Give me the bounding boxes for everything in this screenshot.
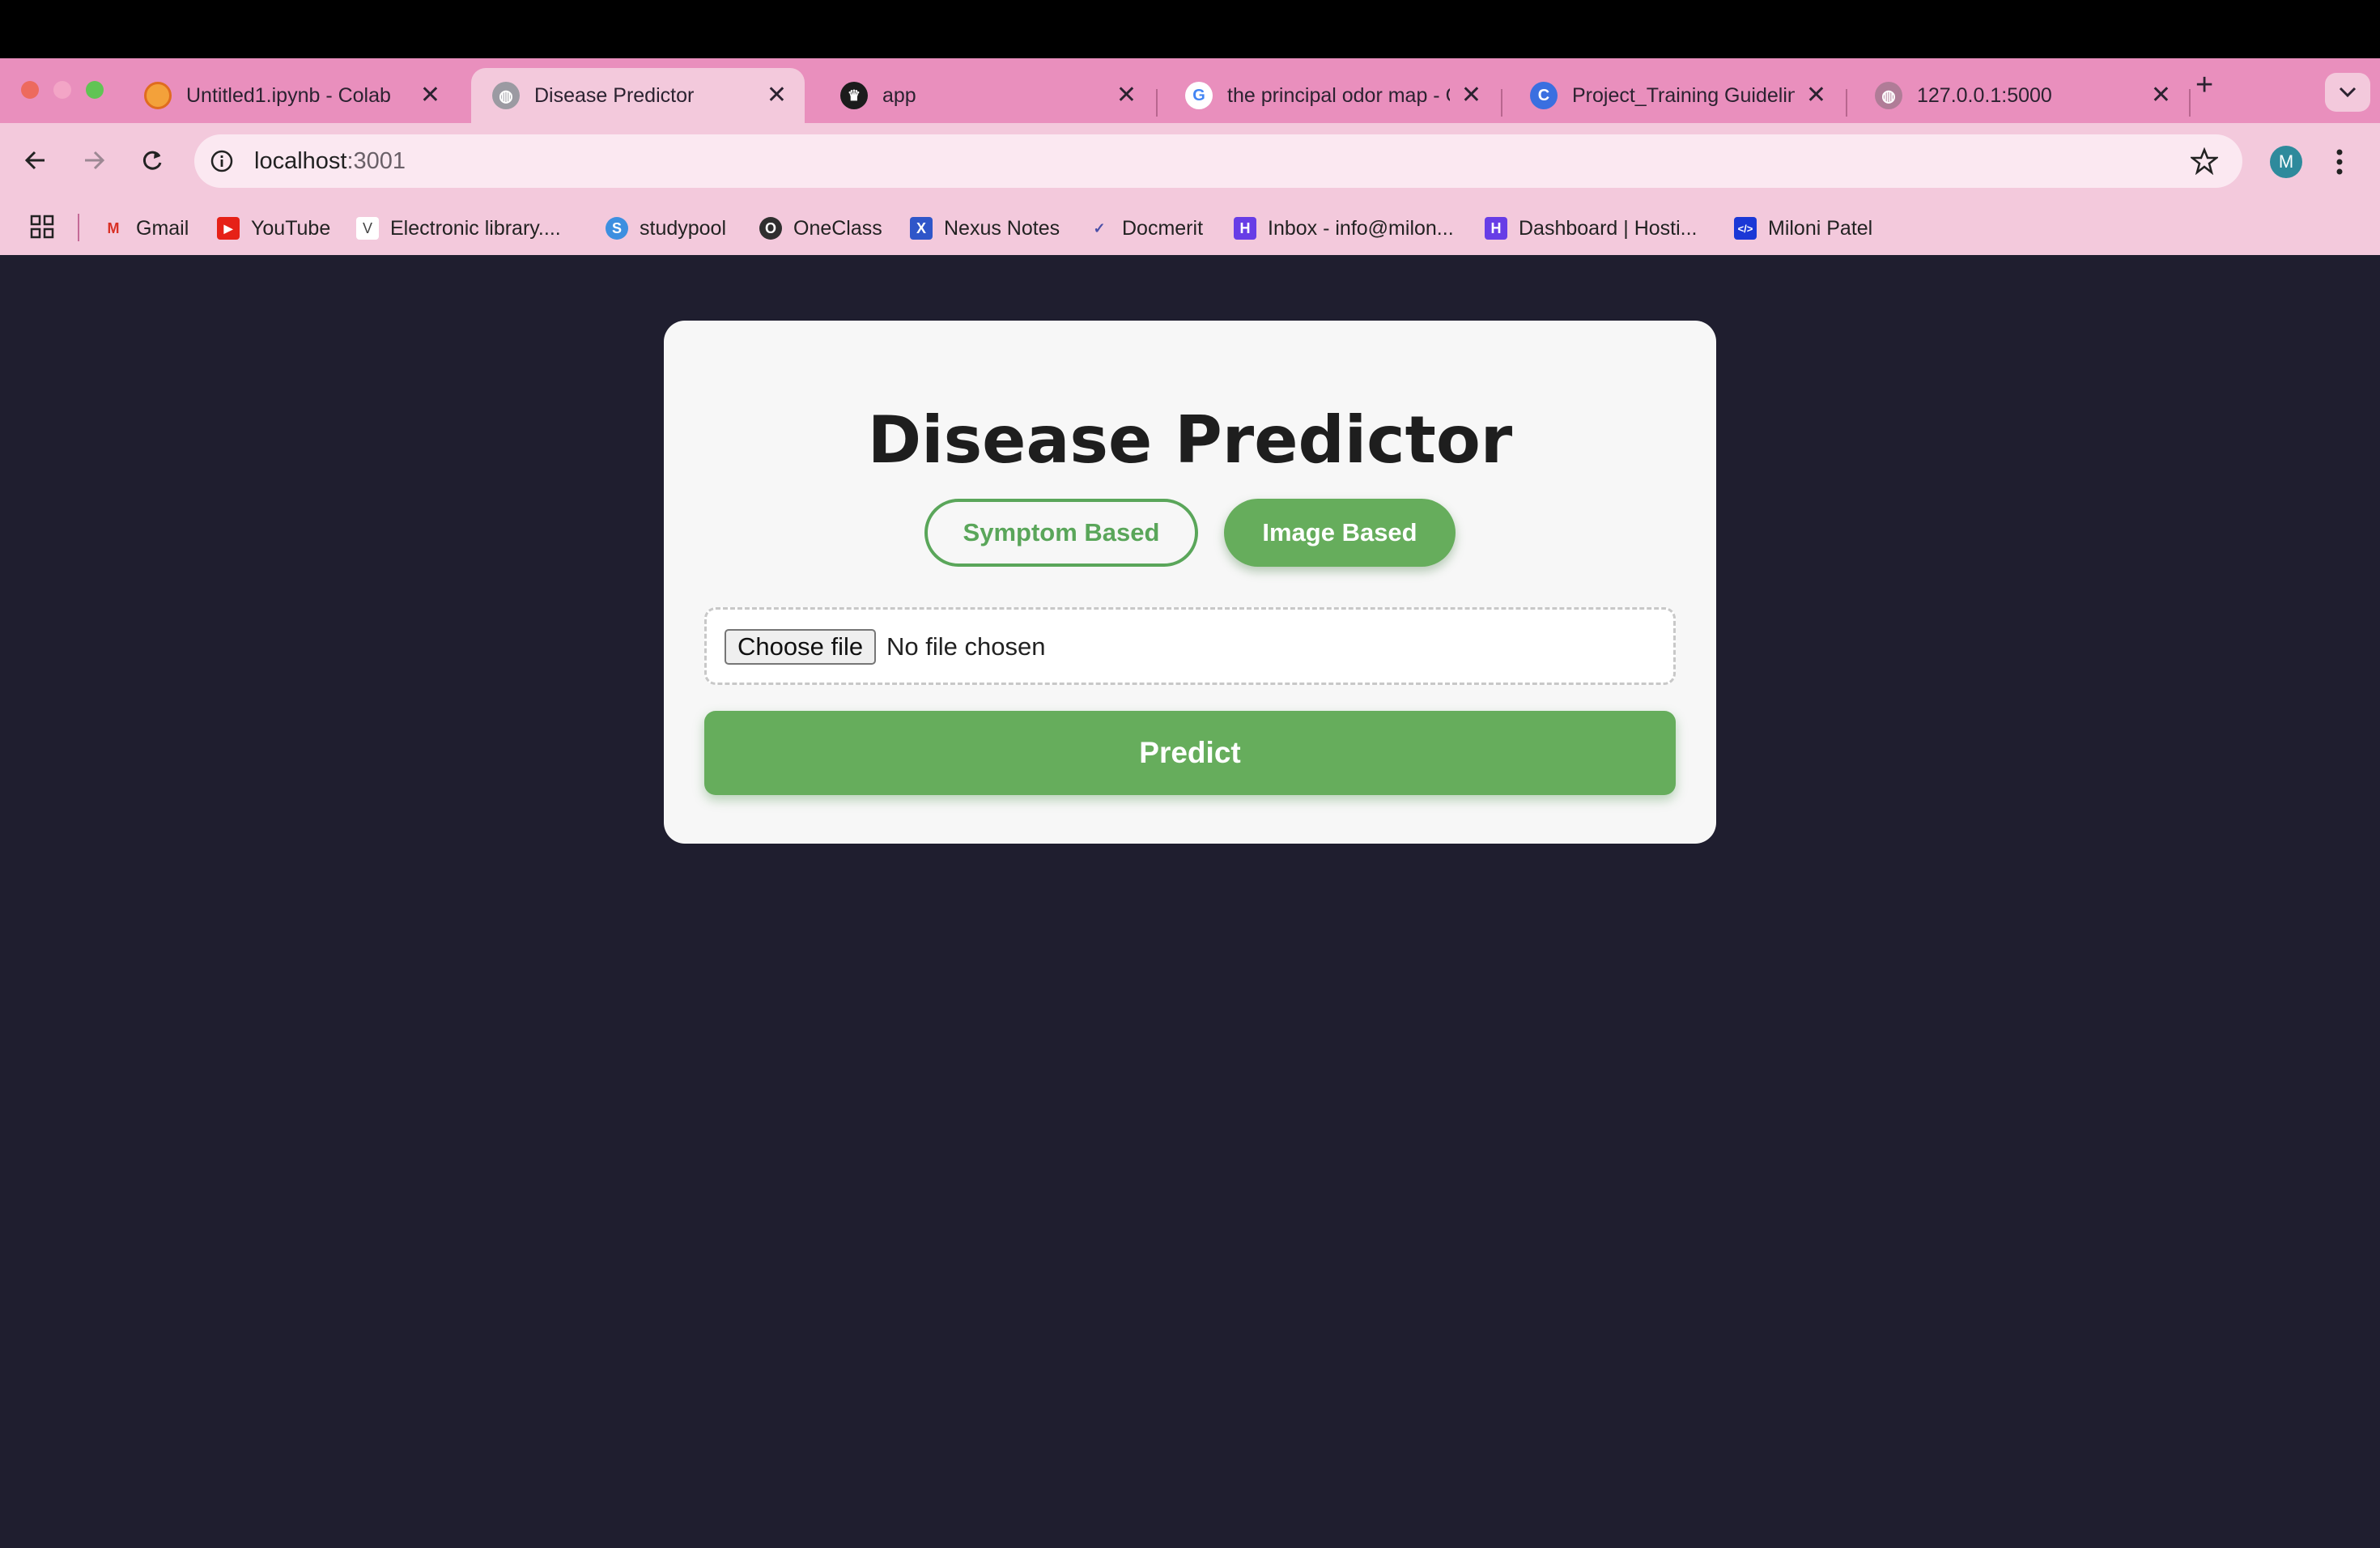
bookmarks-bar: M Gmail ▶ YouTube V Electronic library.... … xyxy=(0,204,2380,253)
more-vert-icon[interactable] xyxy=(2331,146,2348,178)
tab-app[interactable]: ♛ app ✕ xyxy=(819,68,1154,123)
url-port: :3001 xyxy=(346,148,406,174)
tab-title: 127.0.0.1:5000 xyxy=(1917,83,2052,107)
bookmark-nexus-notes[interactable]: X Nexus Notes xyxy=(910,212,1060,245)
tab-disease-predictor[interactable]: ◍ Disease Predictor ✕ xyxy=(471,68,805,123)
reload-icon xyxy=(142,151,162,170)
tab-title: Project_Training Guidelin xyxy=(1572,83,1795,107)
globe-icon: ◍ xyxy=(492,82,520,109)
reload-button[interactable] xyxy=(138,146,167,175)
predict-button[interactable]: Predict xyxy=(704,711,1676,795)
back-button[interactable] xyxy=(21,146,50,175)
close-window-button[interactable] xyxy=(21,81,39,99)
arrow-right-icon xyxy=(85,151,105,170)
tab-title: Untitled1.ipynb - Colab xyxy=(186,83,391,107)
tab-google-search[interactable]: G the principal odor map - G ✕ xyxy=(1164,68,1499,123)
studypool-icon: S xyxy=(606,217,628,240)
bookmark-miloni-patel[interactable]: </> Miloni Patel xyxy=(1734,212,1872,245)
gmail-icon: M xyxy=(107,219,120,236)
bookmark-oneclass[interactable]: O OneClass xyxy=(759,212,882,245)
close-icon[interactable]: ✕ xyxy=(1806,83,1826,108)
globe-icon: ◍ xyxy=(1875,82,1902,109)
bookmark-inbox[interactable]: H Inbox - info@milon... xyxy=(1234,212,1454,245)
choose-file-button[interactable]: Choose file xyxy=(725,629,877,665)
bookmark-label: YouTube xyxy=(251,216,331,240)
url-host: localhost xyxy=(254,148,347,174)
bookmark-label: studypool xyxy=(640,216,727,240)
tab-search-button[interactable] xyxy=(2325,73,2370,112)
docmerit-icon: ✓ xyxy=(1093,219,1106,236)
streamlit-icon: ♛ xyxy=(840,82,868,109)
close-icon[interactable]: ✕ xyxy=(1461,83,1481,108)
nexus-icon: X xyxy=(910,217,933,240)
close-icon[interactable]: ✕ xyxy=(1116,83,1137,108)
bookmark-studypool[interactable]: Sstudypool xyxy=(606,212,726,245)
menu-bar xyxy=(0,0,2380,58)
colab-icon xyxy=(144,82,172,109)
tab-title: app xyxy=(882,83,916,107)
bookmark-label: Nexus Notes xyxy=(944,216,1060,240)
page-title: Disease Predictor xyxy=(867,402,1513,478)
tab-divider xyxy=(2189,89,2191,117)
tab-strip: Untitled1.ipynb - Colab ✕ ◍ Disease Pred… xyxy=(0,58,2380,123)
close-icon[interactable]: ✕ xyxy=(2151,83,2171,108)
tab-project-training[interactable]: C Project_Training Guidelin ✕ xyxy=(1509,68,1844,123)
file-upload-field[interactable]: Choose file No file chosen xyxy=(704,607,1676,685)
bookmark-label: OneClass xyxy=(793,216,882,240)
info-icon xyxy=(210,150,233,172)
hostinger-icon: H xyxy=(1485,217,1507,240)
code-icon: </> xyxy=(1734,217,1757,240)
new-tab-plus-icon[interactable]: + xyxy=(2195,70,2213,100)
tab-title: the principal odor map - G xyxy=(1227,83,1450,107)
bookmark-label: Gmail xyxy=(136,216,189,240)
youtube-icon: ▶ xyxy=(217,217,240,240)
bookmark-gmail[interactable]: M Gmail xyxy=(102,212,189,245)
predictor-card: Disease Predictor Symptom Based Image Ba… xyxy=(664,321,1716,844)
close-icon[interactable]: ✕ xyxy=(420,83,440,108)
chatgpt-c-icon: C xyxy=(1530,82,1558,109)
oneclass-icon: O xyxy=(759,217,782,240)
file-status: No file chosen xyxy=(886,632,1046,661)
tab-divider xyxy=(1846,89,1847,117)
profile-avatar[interactable]: M xyxy=(2270,146,2302,178)
forward-button[interactable] xyxy=(79,146,108,175)
v-icon: V xyxy=(356,217,379,240)
bookmark-label: Inbox - info@milon... xyxy=(1268,216,1454,240)
chevron-down-icon xyxy=(2339,87,2357,98)
address-bar[interactable]: localhost:3001 xyxy=(194,134,2242,188)
bookmark-dashboard[interactable]: H Dashboard | Hosti... xyxy=(1485,212,1697,245)
bookmark-electronic-library[interactable]: V Electronic library.... xyxy=(356,212,561,245)
google-icon: G xyxy=(1185,82,1213,109)
bookmark-label: Miloni Patel xyxy=(1768,216,1873,240)
tab-title: Disease Predictor xyxy=(534,83,695,107)
url-text: localhost:3001 xyxy=(254,148,406,175)
bookmark-label: Dashboard | Hosti... xyxy=(1519,216,1698,240)
image-based-button[interactable]: Image Based xyxy=(1224,499,1456,567)
tab-localhost-5000[interactable]: ◍ 127.0.0.1:5000 ✕ xyxy=(1854,68,2189,123)
symptom-based-button[interactable]: Symptom Based xyxy=(924,499,1198,567)
bookmark-docmerit[interactable]: ✓ Docmerit xyxy=(1088,212,1203,245)
minimize-window-button[interactable] xyxy=(53,81,71,99)
bookmark-label: Electronic library.... xyxy=(390,216,561,240)
maximize-window-button[interactable] xyxy=(86,81,104,99)
star-icon[interactable] xyxy=(2191,147,2218,175)
bookmark-label: Docmerit xyxy=(1122,216,1204,240)
tab-divider xyxy=(1501,89,1502,117)
hostinger-icon: H xyxy=(1234,217,1256,240)
arrow-left-icon xyxy=(24,151,45,170)
tab-divider xyxy=(1156,89,1158,117)
close-icon[interactable]: ✕ xyxy=(767,83,787,108)
tab-colab[interactable]: Untitled1.ipynb - Colab ✕ xyxy=(123,68,458,123)
bookmark-youtube[interactable]: ▶ YouTube xyxy=(217,212,330,245)
